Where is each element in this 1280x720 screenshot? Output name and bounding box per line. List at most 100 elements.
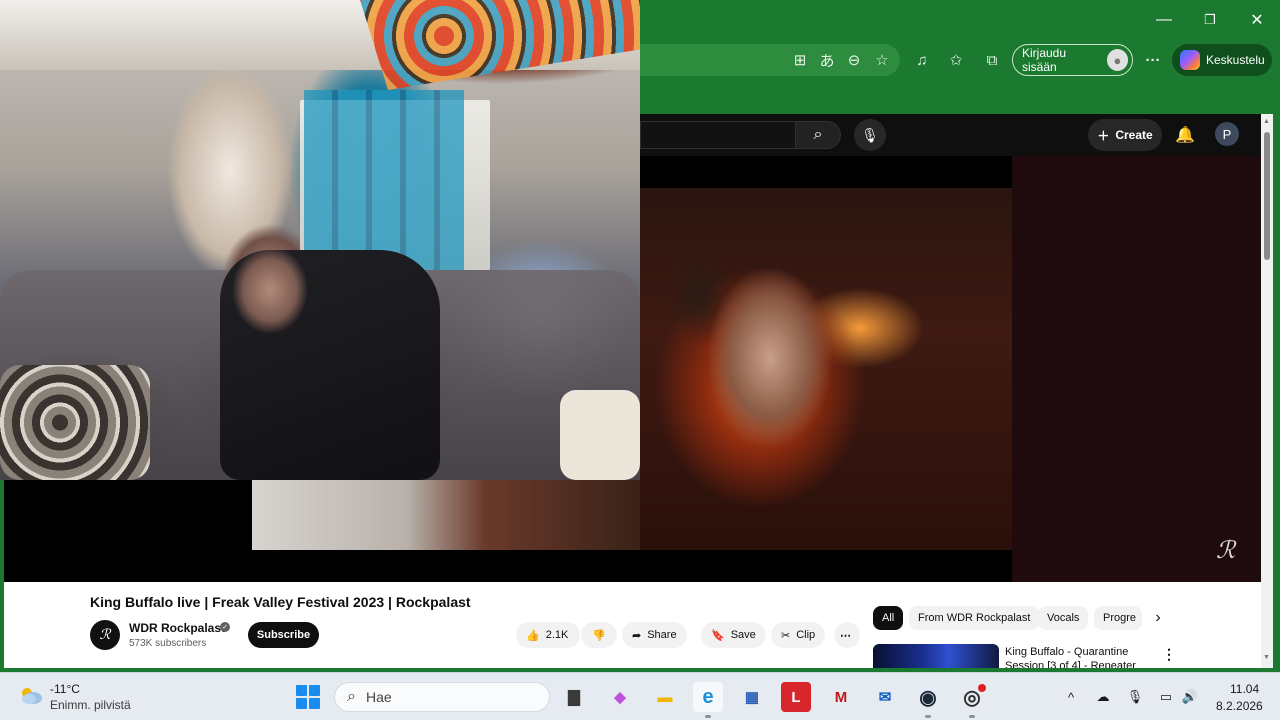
browser-toolbar: ⊞ あ ⊖ ☆ ♫ ✩ ⧉ Kirjaudu sisään ● ··· Kesk…	[640, 40, 1280, 80]
windows-logo-tile	[296, 698, 307, 709]
thumbs-down-icon: 👎	[592, 629, 606, 642]
channel-watermark[interactable]: ℛ	[1216, 536, 1235, 564]
profile-avatar[interactable]: P	[1215, 122, 1239, 146]
edge-browser-icon[interactable]: e	[693, 682, 723, 712]
share-icon: ➦	[632, 629, 642, 642]
scroll-up-arrow-icon[interactable]: ▲	[1263, 118, 1271, 126]
signin-button[interactable]: Kirjaudu sisään ●	[1012, 44, 1133, 76]
chevron-up-icon[interactable]: ^	[1061, 687, 1081, 707]
apps-icon[interactable]: ⊞	[788, 48, 812, 72]
video-frame	[640, 188, 1012, 550]
translate-icon[interactable]: あ	[815, 48, 839, 72]
chip-all[interactable]: All	[873, 606, 904, 630]
webcam-tapestry	[360, 0, 640, 90]
title-bar: — ❐ ✕	[640, 0, 1280, 40]
webcam-pillow	[560, 390, 640, 480]
obs-active-indicator	[969, 715, 975, 718]
webcam-person	[220, 250, 440, 480]
mcafee-icon[interactable]: M	[826, 682, 856, 712]
windows-logo-tile	[296, 685, 307, 696]
recommendation-thumbnail[interactable]	[873, 644, 999, 668]
copilot-logo-icon	[1180, 50, 1200, 70]
scissors-icon: ✂	[781, 629, 791, 642]
notifications-bell-icon[interactable]: 🔔	[1172, 122, 1198, 148]
favorite-star-icon[interactable]: ☆	[870, 48, 894, 72]
copilot-app-icon[interactable]: ◆	[605, 682, 635, 712]
clock-time[interactable]: 11.04	[1230, 682, 1259, 696]
chevron-right-icon[interactable]: ›	[1148, 606, 1168, 630]
webcam-curtain	[304, 90, 464, 270]
recommendation-title[interactable]: King Buffalo - Quarantine Session [3 of …	[1005, 645, 1155, 668]
chip-vocals[interactable]: Vocals	[1038, 606, 1089, 630]
microphone-icon: 🎙	[861, 126, 879, 143]
more-dots-icon: ⋯	[840, 629, 851, 642]
dislike-button[interactable]: 👎	[581, 622, 617, 648]
weather-temperature[interactable]: -11°C	[50, 682, 80, 696]
youtube-search-button[interactable]: ⌕	[795, 121, 841, 149]
scroll-down-arrow-icon[interactable]: ▼	[1263, 654, 1271, 662]
steam-icon[interactable]: ◉	[913, 682, 943, 712]
close-button[interactable]: ✕	[1241, 6, 1273, 34]
cloudy-weather-icon[interactable]	[18, 685, 44, 705]
copilot-button[interactable]: Keskustelu	[1172, 44, 1272, 76]
channel-name[interactable]: WDR Rockpalast	[129, 621, 225, 635]
thumbs-up-icon: 👍	[526, 629, 540, 642]
search-icon: ⌕	[347, 688, 356, 705]
save-button[interactable]: 🔖 Save	[701, 622, 766, 648]
weather-description[interactable]: Enimm. pilvistä	[50, 698, 131, 712]
signin-label: Kirjaudu sisään	[1022, 46, 1067, 74]
file-explorer-icon[interactable]: ▬	[650, 682, 680, 712]
video-ambient-panel	[1012, 156, 1261, 582]
voice-search-button[interactable]: 🎙	[854, 119, 886, 151]
subscriber-count: 573K subscribers	[129, 638, 207, 649]
volume-icon[interactable]: 🔊	[1180, 687, 1200, 707]
youtube-search-input[interactable]	[640, 121, 796, 149]
chip-progressive[interactable]: Progre	[1094, 606, 1142, 630]
like-button[interactable]: 👍 2.1K	[516, 622, 580, 648]
share-label: Share	[647, 629, 677, 641]
recommendation-more-icon[interactable]: ⋮	[1162, 644, 1176, 664]
clock-date[interactable]: 8.2.2026	[1216, 699, 1263, 713]
channel-avatar[interactable]: ℛ	[90, 620, 120, 650]
onedrive-cloud-icon[interactable]: ☁	[1093, 687, 1113, 707]
create-button[interactable]: ＋ Create	[1088, 119, 1162, 151]
chip-from-channel[interactable]: From WDR Rockpalast	[909, 606, 1040, 630]
webcam-overlay	[0, 0, 640, 480]
more-actions-button[interactable]: ⋯	[834, 622, 860, 648]
media-control-icon[interactable]: ♫	[910, 48, 934, 72]
video-frame-lower	[252, 480, 640, 550]
copilot-label: Keskustelu	[1206, 53, 1265, 67]
video-details: King Buffalo live | Freak Valley Festiva…	[4, 582, 1261, 668]
favorites-icon[interactable]: ✩	[944, 48, 968, 72]
video-title: King Buffalo live | Freak Valley Festiva…	[90, 594, 471, 610]
start-button[interactable]	[296, 685, 320, 709]
taskbar-search-placeholder: Hae	[365, 689, 392, 705]
zoom-out-icon[interactable]: ⊖	[842, 48, 866, 72]
webcam-blanket	[0, 365, 150, 480]
plus-icon: ＋	[1097, 128, 1110, 143]
restore-button[interactable]: ❐	[1194, 6, 1226, 34]
clip-button[interactable]: ✂ Clip	[771, 622, 826, 648]
collections-icon[interactable]: ⧉	[980, 48, 1004, 72]
microphone-tray-icon[interactable]: 🎙	[1125, 687, 1145, 707]
task-view-icon[interactable]: ▇	[559, 682, 589, 712]
windows-logo-tile	[309, 685, 320, 696]
outlook-icon[interactable]: ✉	[870, 682, 900, 712]
subscribe-button[interactable]: Subscribe	[248, 622, 319, 648]
share-button[interactable]: ➦ Share	[622, 622, 687, 648]
save-label: Save	[730, 629, 756, 641]
taskbar-search-box[interactable]: ⌕ Hae	[334, 682, 550, 712]
search-icon: ⌕	[813, 126, 823, 143]
taskbar: -11°C Enimm. pilvistä ⌕ Hae ▇ ◆ ▬ e ▦ L …	[0, 672, 1280, 720]
scroll-thumb[interactable]	[1264, 132, 1270, 260]
lastpass-icon[interactable]: L	[781, 682, 811, 712]
network-icon[interactable]: ▭	[1156, 687, 1176, 707]
minimize-button[interactable]: —	[1148, 6, 1180, 34]
recording-indicator-icon	[978, 684, 986, 692]
address-bar[interactable]: ⊞ あ ⊖ ☆	[640, 44, 900, 76]
like-count: 2.1K	[545, 629, 569, 641]
steam-active-indicator	[925, 715, 931, 718]
more-options-icon[interactable]: ···	[1141, 48, 1165, 72]
edge-active-indicator	[705, 715, 711, 718]
microsoft-store-icon[interactable]: ▦	[737, 682, 767, 712]
